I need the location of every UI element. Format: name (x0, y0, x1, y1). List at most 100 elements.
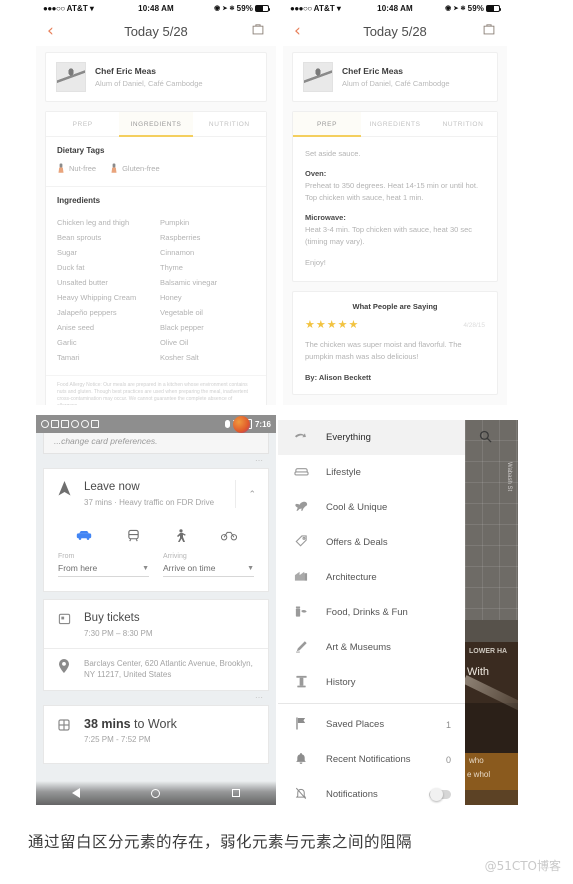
drawer-item-label: Offers & Deals (326, 537, 388, 548)
carrier-label: AT&T (313, 3, 335, 13)
drawer-item-recent-notifications[interactable]: Recent Notifications 0 (278, 742, 465, 777)
play-icon (91, 420, 99, 428)
status-time: 7:16 (254, 419, 271, 429)
home-icon[interactable] (151, 788, 161, 798)
drawer-item-label: Lifestyle (326, 467, 361, 478)
photo-label-4: e whol (467, 770, 491, 779)
drawer-item-everything[interactable]: Everything (278, 420, 465, 455)
tab-prep[interactable]: PREP (293, 112, 361, 137)
reviews-card: What People are Saying ★★★★★ 4/28/15 The… (292, 291, 498, 395)
chef-subtitle: Alum of Daniel, Café Cambodge (342, 79, 450, 88)
buy-tickets-card[interactable]: Buy tickets 7:30 PM – 8:30 PM Barclays C… (43, 599, 269, 691)
ingredient-item: Bean sprouts (57, 233, 102, 242)
arriving-select[interactable]: Arriving Arrive on time ▼ (163, 553, 254, 577)
drawer-item-notifications-toggle[interactable]: Notifications (278, 777, 465, 805)
ingredient-item: Black pepper (160, 323, 204, 332)
back-button[interactable]: ‹ (47, 22, 54, 40)
drawer-item-cool-unique[interactable]: Cool & Unique (278, 490, 465, 525)
alarm-icon: ◉ (214, 5, 221, 12)
ingredient-item: Pumpkin (160, 218, 190, 227)
prep-enjoy: Enjoy! (305, 258, 326, 267)
driving-icon[interactable] (76, 529, 92, 545)
chevron-down-icon[interactable]: ▼ (142, 565, 149, 572)
panel-recipe-ingredients: ●●●○○ AT&T ▾ 10:48 AM ◉ ➤ ✻ 59% ‹ Today … (36, 0, 276, 405)
drawer-item-label: Recent Notifications (326, 754, 411, 765)
rating-stars: ★★★★★ (305, 319, 360, 331)
review-text: The chicken was super moist and flavorfu… (305, 340, 462, 361)
chef-card: Chef Eric Meas Alum of Daniel, Café Camb… (45, 52, 267, 102)
navigation-arrow-icon (56, 480, 72, 501)
dietary-tag-gluten-free: Gluten-free (110, 163, 160, 174)
location-arrow-icon: ➤ (222, 5, 228, 12)
ingredient-item: Olive Oil (160, 338, 189, 347)
search-icon[interactable] (479, 430, 492, 446)
bluetooth-icon: ✻ (229, 5, 235, 12)
cycling-icon[interactable] (220, 529, 237, 545)
notifications-toggle[interactable] (429, 788, 451, 801)
prep-microwave-heading: Microwave: (305, 213, 346, 222)
battery-percent: 59% (467, 3, 484, 13)
arriving-value: Arrive on time (163, 563, 216, 573)
ingredient-item: Garlic (57, 338, 77, 347)
drawer-item-count: 1 (445, 719, 451, 730)
review-author: By: Alison Beckett (305, 373, 371, 382)
ingredient-item: Duck fat (57, 263, 85, 272)
bag-icon[interactable] (482, 22, 496, 41)
screenshot-grid: ●●●○○ AT&T ▾ 10:48 AM ◉ ➤ ✻ 59% ‹ Today … (0, 0, 573, 820)
panel-recipe-prep: ●●●○○ AT&T ▾ 10:48 AM ◉ ➤ ✻ 59% ‹ Today … (283, 0, 507, 405)
chevron-down-icon[interactable]: ▼ (247, 565, 254, 572)
tab-prep[interactable]: PREP (46, 112, 120, 136)
street-label: Wabash St (506, 462, 512, 492)
ingredients-section: Ingredients Chicken leg and thigh Pumpki… (46, 187, 266, 375)
ingredient-item: Vegetable oil (160, 308, 203, 317)
overflow-dots-icon[interactable]: ⋯ (36, 691, 276, 705)
detail-card: PREP INGREDIENTS NUTRITION Dietary Tags … (45, 111, 267, 405)
photo-label-2: With (467, 666, 489, 678)
reviews-title: What People are Saying (352, 302, 438, 311)
drawer-item-history[interactable]: History (278, 665, 465, 700)
tab-nutrition[interactable]: NUTRITION (429, 112, 497, 136)
commute-window: 7:25 PM - 7:52 PM (84, 735, 151, 744)
leave-now-subtitle: 37 mins · Heavy traffic on FDR Drive (84, 498, 215, 507)
avatar[interactable] (233, 416, 250, 433)
wifi-icon: ▾ (89, 3, 94, 13)
sofa-icon (292, 465, 310, 480)
drawer-divider (278, 703, 465, 704)
alarm-icon: ◉ (445, 5, 452, 12)
flag-icon (292, 717, 310, 733)
drawer-item-food-drinks-fun[interactable]: Food, Drinks & Fun (278, 595, 465, 630)
drawer-item-lifestyle[interactable]: Lifestyle (278, 455, 465, 490)
drawer-item-saved-places[interactable]: Saved Places 1 (278, 707, 465, 742)
drawer-item-architecture[interactable]: Architecture (278, 560, 465, 595)
walking-icon[interactable] (175, 529, 186, 545)
tab-nutrition[interactable]: NUTRITION (192, 112, 266, 136)
battery-icon (254, 4, 271, 12)
drawer-item-label: Food, Drinks & Fun (326, 607, 408, 618)
transit-icon[interactable] (127, 529, 140, 545)
collapse-chevron-icon[interactable]: ⌃ (235, 480, 256, 508)
recents-icon[interactable] (232, 789, 241, 797)
ingredient-item: Balsamic vinegar (160, 278, 218, 287)
detail-tabs: PREP INGREDIENTS NUTRITION (46, 112, 266, 137)
bag-icon[interactable] (251, 22, 265, 41)
tab-ingredients[interactable]: INGREDIENTS (119, 112, 193, 137)
detail-tabs: PREP INGREDIENTS NUTRITION (293, 112, 497, 137)
dinosaur-icon (292, 500, 310, 515)
wifi-icon: ▾ (336, 3, 341, 13)
from-select[interactable]: From From here ▼ (58, 553, 149, 577)
drawer-item-art-museums[interactable]: Art & Museums (278, 630, 465, 665)
leave-now-card[interactable]: Leave now 37 mins · Heavy traffic on FDR… (43, 468, 269, 592)
commute-destination: to Work (130, 717, 177, 731)
overflow-dots-icon[interactable]: ⋯ (36, 454, 276, 468)
bell-off-icon (292, 787, 310, 803)
commute-card[interactable]: 38 mins to Work 7:25 PM - 7:52 PM (43, 705, 269, 764)
back-icon[interactable] (71, 788, 80, 798)
drink-icon (292, 605, 310, 621)
commute-duration: 38 mins (84, 717, 131, 731)
travel-modes (44, 519, 268, 551)
tab-ingredients[interactable]: INGREDIENTS (361, 112, 429, 136)
drawer-item-offers-deals[interactable]: Offers & Deals (278, 525, 465, 560)
drawer-item-label: Saved Places (326, 719, 385, 730)
back-button[interactable]: ‹ (294, 22, 301, 40)
android-nav-bar (36, 781, 276, 805)
